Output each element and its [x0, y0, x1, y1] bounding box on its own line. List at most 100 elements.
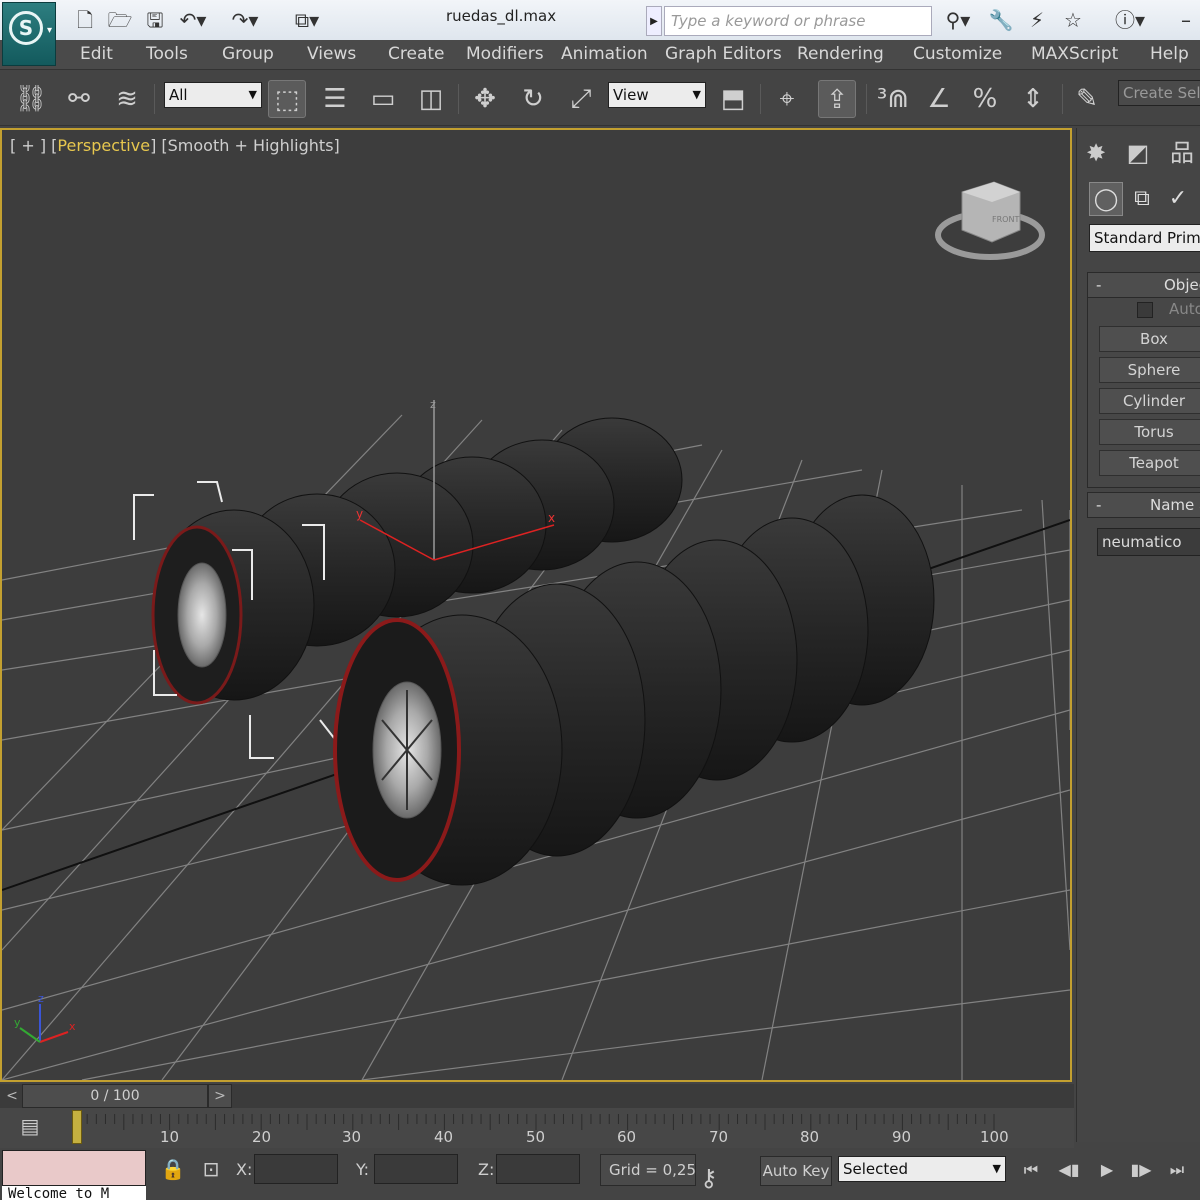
create-tab-icon[interactable]: ✸ — [1077, 134, 1115, 172]
geometry-category-icon[interactable]: ◯ — [1089, 182, 1123, 216]
menu-help[interactable]: Help — [1150, 44, 1189, 64]
next-frame-icon[interactable]: ▮▶ — [1126, 1158, 1156, 1182]
auto-key-button[interactable]: Auto Key — [760, 1156, 832, 1186]
z-coordinate-field[interactable] — [496, 1154, 580, 1184]
time-slider[interactable]: < 0 / 100 > — [0, 1084, 1074, 1108]
named-selection-set-field[interactable]: Create Sele — [1118, 80, 1200, 106]
name-and-color-rollout[interactable]: - Name a — [1087, 492, 1200, 518]
box-button[interactable]: Box — [1099, 326, 1200, 352]
previous-frame-icon[interactable]: ◀▮ — [1054, 1158, 1084, 1182]
y-coordinate-field[interactable] — [374, 1154, 458, 1184]
x-coordinate-field[interactable] — [254, 1154, 338, 1184]
select-and-scale-icon[interactable]: ⤢ — [562, 80, 600, 118]
modify-tab-icon[interactable]: ◩ — [1119, 134, 1157, 172]
absolute-mode-icon[interactable]: ⊡ — [198, 1156, 224, 1182]
menu-modifiers[interactable]: Modifiers — [466, 44, 544, 64]
viewport-label[interactable]: [ + ] [Perspective] [Smooth + Highlights… — [10, 136, 340, 155]
reference-coordinate-dropdown[interactable]: View ▼ — [608, 82, 706, 108]
selection-filter-dropdown[interactable]: All ▼ — [164, 82, 262, 108]
time-slider-thumb[interactable]: 0 / 100 — [22, 1084, 208, 1108]
window-minimize-icon[interactable]: – — [1176, 6, 1196, 34]
save-file-icon[interactable]: 🖫 — [142, 6, 168, 34]
current-frame-marker[interactable] — [72, 1110, 82, 1144]
menu-create[interactable]: Create — [388, 44, 445, 64]
menu-bar: Edit Tools Group Views Create Modifiers … — [0, 40, 1200, 70]
search-input[interactable] — [664, 6, 932, 36]
viewport-view-label[interactable]: Perspective — [57, 136, 150, 155]
go-to-end-icon[interactable]: ⏭ — [1162, 1158, 1192, 1182]
search-expand-arrow[interactable]: ▶ — [646, 6, 662, 36]
pivot-center-icon[interactable]: ⬒ — [714, 80, 752, 118]
viewport-menu-plus[interactable]: [ + ] — [10, 136, 46, 155]
select-by-name-icon[interactable]: ☰ — [316, 80, 354, 118]
help-icon[interactable]: ⓘ▾ — [1108, 6, 1152, 34]
shapes-category-icon[interactable]: ⧉ — [1125, 182, 1159, 216]
viewport-shading-label[interactable]: Smooth + Highlights — [168, 136, 334, 155]
menu-graph-editors[interactable]: Graph Editors — [665, 44, 782, 64]
menu-maxscript[interactable]: MAXScript — [1031, 44, 1118, 64]
previous-frame-arrow[interactable]: < — [2, 1086, 22, 1106]
object-type-rollout[interactable]: - Objec — [1087, 272, 1200, 298]
lights-category-icon[interactable]: ✓ — [1161, 182, 1195, 216]
project-folder-icon[interactable]: ⧉▾ — [282, 6, 332, 34]
subscription-tools-icon[interactable]: 🔧 — [986, 6, 1016, 34]
curve-editor-icon[interactable]: ▤ — [14, 1114, 46, 1144]
menu-views[interactable]: Views — [307, 44, 356, 64]
tick-label: 10 — [160, 1128, 180, 1146]
toolbar-separator — [154, 84, 155, 114]
sphere-button[interactable]: Sphere — [1099, 357, 1200, 383]
unlink-selection-icon[interactable]: ⚯ — [60, 80, 98, 118]
track-bar[interactable]: ▤ 10 20 30 40 50 60 70 80 90 100 — [0, 1108, 1074, 1148]
menu-rendering[interactable]: Rendering — [797, 44, 884, 64]
viewcube[interactable]: FRONT — [935, 181, 1045, 260]
percent-snap-icon[interactable]: % — [966, 80, 1004, 118]
spinner-snap-icon[interactable]: ⇕ — [1014, 80, 1052, 118]
cylinder-button[interactable]: Cylinder — [1099, 388, 1200, 414]
go-to-start-icon[interactable]: ⏮ — [1016, 1158, 1046, 1182]
maxscript-listener-input[interactable] — [2, 1150, 146, 1186]
toolbar-separator — [458, 84, 459, 114]
maxscript-output[interactable]: Welcome to M — [2, 1186, 146, 1200]
snaps-toggle-icon[interactable]: ³⋒ — [874, 80, 912, 118]
torus-button[interactable]: Torus — [1099, 419, 1200, 445]
angle-snap-icon[interactable]: ∠ — [920, 80, 958, 118]
tick-label: 50 — [526, 1128, 546, 1146]
key-filter-dropdown[interactable]: Selected ▼ — [838, 1156, 1006, 1182]
perspective-viewport[interactable]: [ + ] [Perspective] [Smooth + Highlights… — [0, 128, 1072, 1082]
window-crossing-icon[interactable]: ◫ — [412, 80, 450, 118]
application-button[interactable]: S ▾ — [2, 2, 56, 66]
menu-customize[interactable]: Customize — [913, 44, 1002, 64]
geometry-type-dropdown[interactable]: Standard Primit — [1089, 224, 1200, 252]
redo-icon[interactable]: ↷▾ — [228, 6, 262, 34]
new-file-icon[interactable]: 🗋 — [72, 6, 98, 34]
select-and-rotate-icon[interactable]: ↻ — [514, 80, 552, 118]
menu-edit[interactable]: Edit — [80, 44, 113, 64]
edit-named-selection-icon[interactable]: ✎ — [1068, 80, 1106, 118]
menu-animation[interactable]: Animation — [561, 44, 648, 64]
communication-center-icon[interactable]: ⚡ — [1022, 6, 1052, 34]
favorites-star-icon[interactable]: ☆ — [1058, 6, 1088, 34]
object-name-field[interactable]: neumatico — [1097, 528, 1200, 556]
lock-icon[interactable]: 🔒 — [160, 1156, 186, 1182]
menu-tools[interactable]: Tools — [146, 44, 188, 64]
teapot-button[interactable]: Teapot — [1099, 450, 1200, 476]
keyboard-shortcut-override-icon[interactable]: ⇪ — [818, 80, 856, 118]
menu-group[interactable]: Group — [222, 44, 274, 64]
select-and-move-icon[interactable]: ✥ — [466, 80, 504, 118]
hierarchy-tab-icon[interactable]: 品 — [1163, 134, 1200, 172]
toolbar-separator — [1062, 84, 1063, 114]
key-icon[interactable]: ⚷ — [700, 1164, 744, 1194]
bind-to-space-warp-icon[interactable]: ≋ — [108, 80, 146, 118]
tick-label: 80 — [800, 1128, 820, 1146]
undo-icon[interactable]: ↶▾ — [176, 6, 210, 34]
select-object-icon[interactable]: ⬚ — [268, 80, 306, 118]
select-and-manipulate-icon[interactable]: ⌖ — [768, 80, 806, 118]
select-and-link-icon[interactable]: ⛓ — [12, 80, 50, 118]
play-icon[interactable]: ▶ — [1092, 1158, 1122, 1182]
tick-label: 20 — [252, 1128, 272, 1146]
next-frame-arrow[interactable]: > — [208, 1084, 232, 1108]
rectangular-selection-icon[interactable]: ▭ — [364, 80, 402, 118]
open-file-icon[interactable]: 🗁 — [106, 6, 134, 34]
autogrid-checkbox[interactable] — [1137, 302, 1153, 318]
binoculars-icon[interactable]: ⚲▾ — [936, 6, 980, 34]
